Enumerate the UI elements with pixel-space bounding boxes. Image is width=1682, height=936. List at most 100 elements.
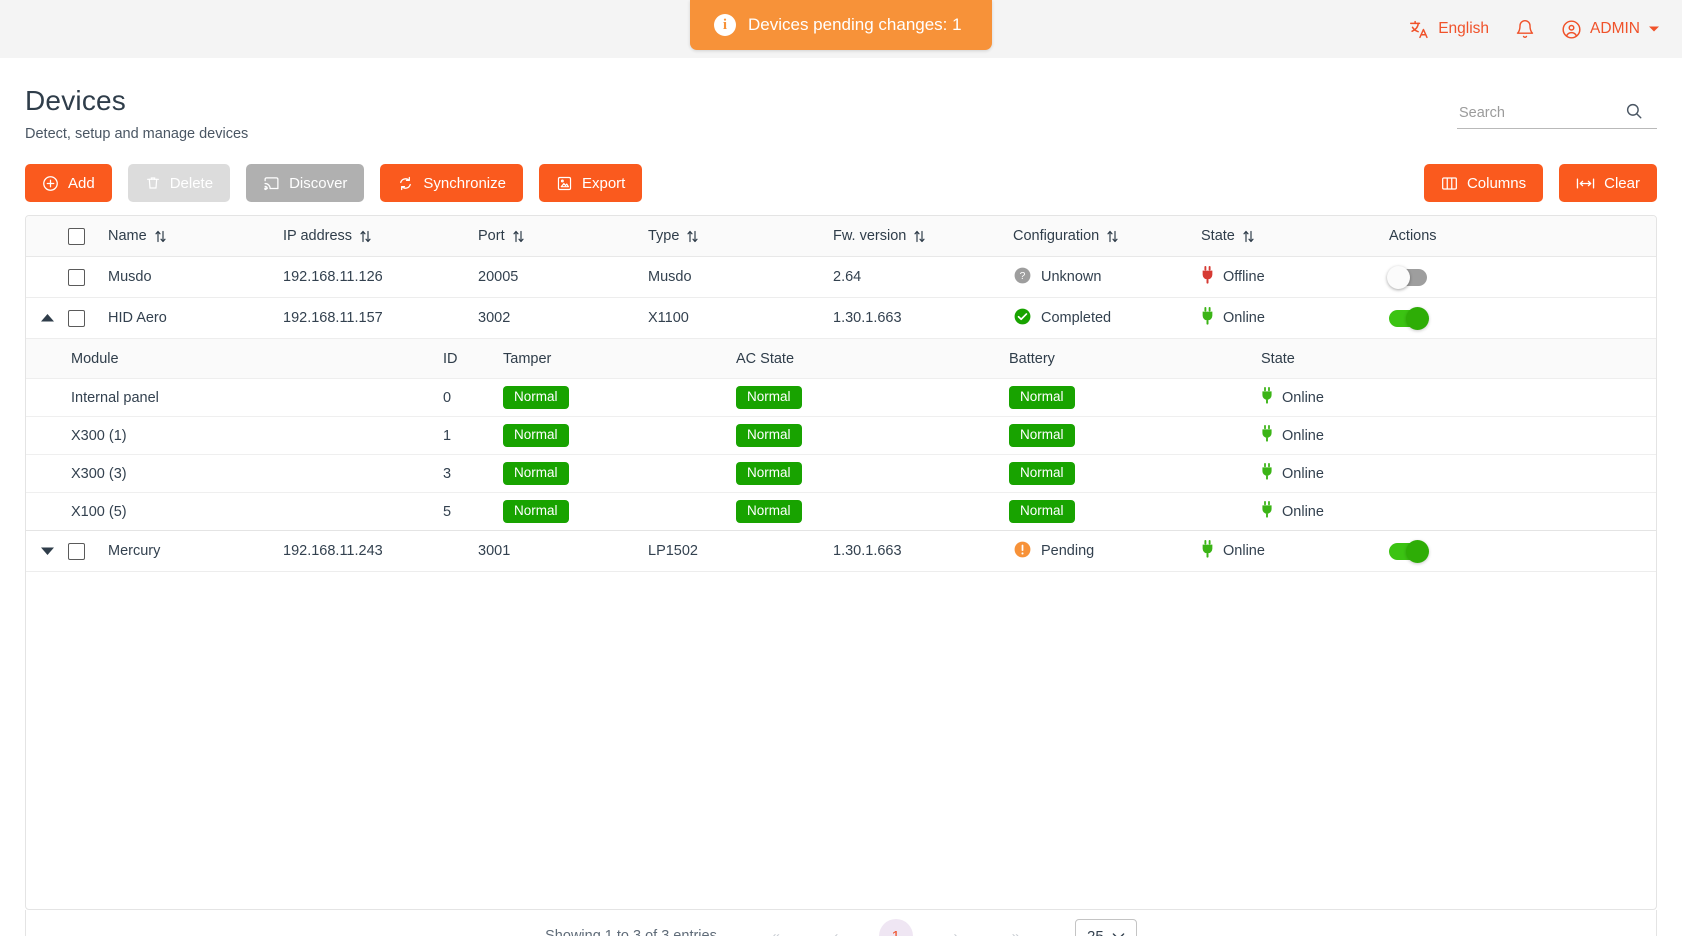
- status-badge: Normal: [503, 500, 569, 523]
- synchronize-button-label: Synchronize: [423, 174, 506, 192]
- notifications-button[interactable]: [1515, 19, 1535, 39]
- column-header-configuration-label: Configuration: [1013, 228, 1100, 244]
- state-label: Online: [1223, 543, 1265, 559]
- cell-ac-state: Normal: [736, 424, 1009, 447]
- state-label: Online: [1223, 310, 1265, 326]
- cell-module-id: 3: [443, 465, 452, 482]
- cell-type: Musdo: [648, 269, 692, 285]
- row-select-cell: [68, 542, 108, 560]
- column-header-fw-version[interactable]: Fw. version: [833, 228, 1013, 244]
- module-state-label: Online: [1282, 465, 1324, 482]
- subcolumn-header-id: ID: [443, 350, 458, 367]
- page-size-select[interactable]: 25: [1074, 919, 1137, 936]
- column-header-ip-address-label: IP address: [283, 228, 353, 244]
- plug-icon: [1201, 307, 1214, 329]
- sort-icon: [512, 230, 524, 243]
- pending-changes-banner[interactable]: i Devices pending changes: 1: [690, 0, 992, 50]
- clear-button[interactable]: Clear: [1559, 164, 1657, 202]
- enable-device-toggle[interactable]: [1389, 539, 1429, 563]
- toolbar-left: Add Delete Discover Synchronize Export: [25, 164, 643, 202]
- search-box: [1457, 102, 1657, 129]
- synchronize-button[interactable]: Synchronize: [380, 164, 523, 202]
- prev-page-button[interactable]: ‹: [819, 919, 853, 936]
- row-select-cell: [68, 309, 108, 327]
- column-header-ip-address[interactable]: IP address: [283, 228, 478, 244]
- table-row[interactable]: Mercury 192.168.11.243 3001 LP1502 1.30.…: [26, 531, 1656, 572]
- status-badge: Normal: [736, 462, 802, 485]
- add-button-label: Add: [68, 174, 95, 192]
- state-label: Offline: [1223, 269, 1265, 285]
- info-icon: i: [714, 14, 736, 36]
- cell-ac-state: Normal: [736, 500, 1009, 523]
- status-badge: Normal: [1009, 500, 1075, 523]
- chevron-down-icon: [1648, 23, 1660, 35]
- column-header-configuration[interactable]: Configuration: [1013, 228, 1201, 244]
- cell-module-state: Online: [1261, 501, 1501, 522]
- subcolumn-header-ac-state: AC State: [736, 350, 795, 367]
- cell-module: X100 (5): [71, 503, 127, 520]
- translate-icon: [1409, 19, 1430, 40]
- column-header-name[interactable]: Name: [108, 228, 283, 244]
- export-button[interactable]: Export: [538, 164, 643, 202]
- subcolumn-header-tamper: Tamper: [503, 350, 552, 367]
- discover-button[interactable]: Discover: [246, 164, 365, 202]
- module-state-label: Online: [1282, 503, 1324, 520]
- table-row[interactable]: HID Aero 192.168.11.157 3002 X1100 1.30.…: [26, 298, 1656, 339]
- cell-ac-state: Normal: [736, 462, 1009, 485]
- cell-fw-version: 1.30.1.663: [833, 310, 902, 326]
- devices-table: Name IP address Port Type Fw. version Co…: [25, 215, 1657, 910]
- cell-module-state: Online: [1261, 387, 1501, 408]
- row-checkbox[interactable]: [68, 309, 85, 327]
- column-header-state[interactable]: State: [1201, 228, 1389, 244]
- module-state-label: Online: [1282, 427, 1324, 444]
- status-badge: Normal: [736, 500, 802, 523]
- first-page-button[interactable]: «: [759, 919, 793, 936]
- search-input[interactable]: [1457, 103, 1625, 122]
- exclamation-circle-icon: [1013, 540, 1032, 563]
- column-header-port[interactable]: Port: [478, 228, 648, 244]
- plug-icon: [1201, 266, 1214, 288]
- configuration-label: Pending: [1041, 543, 1095, 559]
- language-label: English: [1438, 20, 1490, 37]
- status-badge: Normal: [736, 386, 802, 409]
- row-expander[interactable]: [26, 546, 68, 556]
- page-button-1[interactable]: 1: [878, 919, 913, 936]
- question-circle-icon: ?: [1013, 266, 1032, 289]
- cell-name: Mercury: [108, 543, 161, 559]
- subtable-row: X300 (1) 1 Normal Normal Normal Online: [26, 417, 1656, 455]
- last-page-button[interactable]: »: [999, 919, 1033, 936]
- cell-module-state: Online: [1261, 463, 1501, 484]
- search-button[interactable]: [1625, 102, 1643, 123]
- status-badge: Normal: [503, 462, 569, 485]
- row-checkbox[interactable]: [68, 542, 85, 560]
- pending-changes-text: Devices pending changes: 1: [748, 15, 962, 34]
- cell-port: 3002: [478, 310, 511, 326]
- language-selector[interactable]: English: [1409, 19, 1489, 40]
- sort-icon: [914, 230, 925, 243]
- cell-module-id: 5: [443, 503, 452, 520]
- columns-button[interactable]: Columns: [1423, 164, 1544, 202]
- cell-state: Online: [1201, 540, 1389, 562]
- top-bar-actions: English ADMIN: [1409, 0, 1660, 58]
- discover-button-label: Discover: [289, 174, 348, 192]
- next-page-button[interactable]: ›: [939, 919, 973, 936]
- pdf-icon: [556, 175, 573, 192]
- row-expander[interactable]: [26, 313, 68, 323]
- sort-icon: [687, 230, 699, 243]
- module-state-label: Online: [1282, 389, 1324, 406]
- subtable-row: Internal panel 0 Normal Normal Normal On…: [26, 379, 1656, 417]
- enable-device-toggle[interactable]: [1389, 306, 1429, 330]
- enable-device-toggle[interactable]: [1387, 265, 1427, 289]
- cell-port: 3001: [478, 543, 511, 559]
- delete-button[interactable]: Delete: [127, 164, 231, 202]
- cell-ip-address: 192.168.11.157: [283, 310, 383, 326]
- select-all-checkbox[interactable]: [68, 227, 85, 245]
- table-row[interactable]: Musdo 192.168.11.126 20005 Musdo 2.64 ? …: [26, 257, 1656, 298]
- account-menu[interactable]: ADMIN: [1561, 19, 1660, 40]
- row-checkbox[interactable]: [68, 268, 85, 286]
- status-badge: Normal: [1009, 386, 1075, 409]
- cell-configuration: Pending: [1013, 540, 1201, 563]
- column-header-type[interactable]: Type: [648, 228, 833, 244]
- add-button[interactable]: Add: [25, 164, 112, 202]
- select-all-cell: [68, 227, 108, 245]
